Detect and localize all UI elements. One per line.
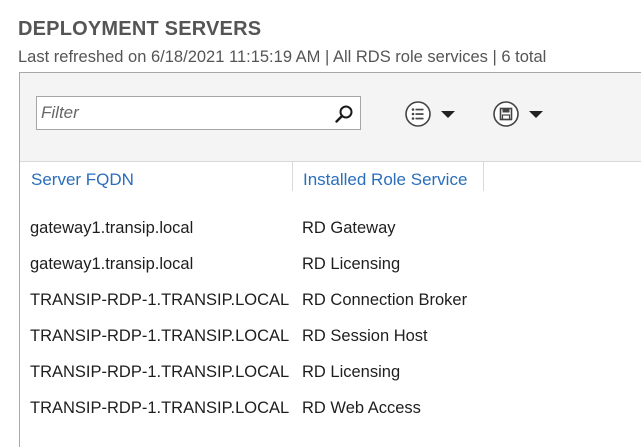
column-header-server-fqdn[interactable]: Server FQDN xyxy=(31,161,134,199)
filter-box xyxy=(36,96,361,130)
toolbar xyxy=(20,73,641,162)
column-divider[interactable] xyxy=(483,161,484,191)
save-query-button[interactable] xyxy=(492,99,552,129)
server-fqdn-cell: gateway1.transip.local xyxy=(30,255,194,273)
save-icon xyxy=(493,101,519,127)
table-row[interactable]: TRANSIP-RDP-1.TRANSIP.LOCAL RD Licensing xyxy=(20,354,641,390)
chevron-down-icon xyxy=(529,111,543,118)
deployment-servers-page: DEPLOYMENT SERVERS Last refreshed on 6/1… xyxy=(0,0,641,447)
table-row[interactable]: TRANSIP-RDP-1.TRANSIP.LOCAL RD Connectio… xyxy=(20,282,641,318)
server-fqdn-cell: TRANSIP-RDP-1.TRANSIP.LOCAL xyxy=(30,399,290,417)
role-service-cell: RD Gateway xyxy=(302,219,396,237)
refresh-status: Last refreshed on 6/18/2021 11:15:19 AM … xyxy=(18,48,547,66)
search-icon[interactable] xyxy=(334,104,354,124)
role-service-cell: RD Connection Broker xyxy=(302,291,468,309)
table-row[interactable]: TRANSIP-RDP-1.TRANSIP.LOCAL RD Session H… xyxy=(20,318,641,354)
section-title: DEPLOYMENT SERVERS xyxy=(18,18,262,40)
filter-input[interactable] xyxy=(41,99,321,127)
server-fqdn-cell: gateway1.transip.local xyxy=(30,219,194,237)
table-row[interactable]: TRANSIP-RDP-1.TRANSIP.LOCAL RD Web Acces… xyxy=(20,390,641,426)
server-fqdn-cell: TRANSIP-RDP-1.TRANSIP.LOCAL xyxy=(30,363,290,381)
servers-panel: Server FQDN Installed Role Service gatew… xyxy=(19,72,641,447)
column-divider[interactable] xyxy=(292,161,293,191)
role-service-cell: RD Web Access xyxy=(302,399,421,417)
chevron-down-icon xyxy=(441,111,455,118)
list-options-icon xyxy=(405,101,431,127)
table-row[interactable]: gateway1.transip.local RD Licensing xyxy=(20,246,641,282)
server-fqdn-cell: TRANSIP-RDP-1.TRANSIP.LOCAL xyxy=(30,327,290,345)
table-row[interactable]: gateway1.transip.local RD Gateway xyxy=(20,210,641,246)
server-fqdn-cell: TRANSIP-RDP-1.TRANSIP.LOCAL xyxy=(30,291,290,309)
role-service-cell: RD Licensing xyxy=(302,363,401,381)
column-header-installed-role-service[interactable]: Installed Role Service xyxy=(303,161,467,199)
role-service-cell: RD Licensing xyxy=(302,255,401,273)
view-options-button[interactable] xyxy=(404,99,464,129)
role-service-cell: RD Session Host xyxy=(302,327,428,345)
